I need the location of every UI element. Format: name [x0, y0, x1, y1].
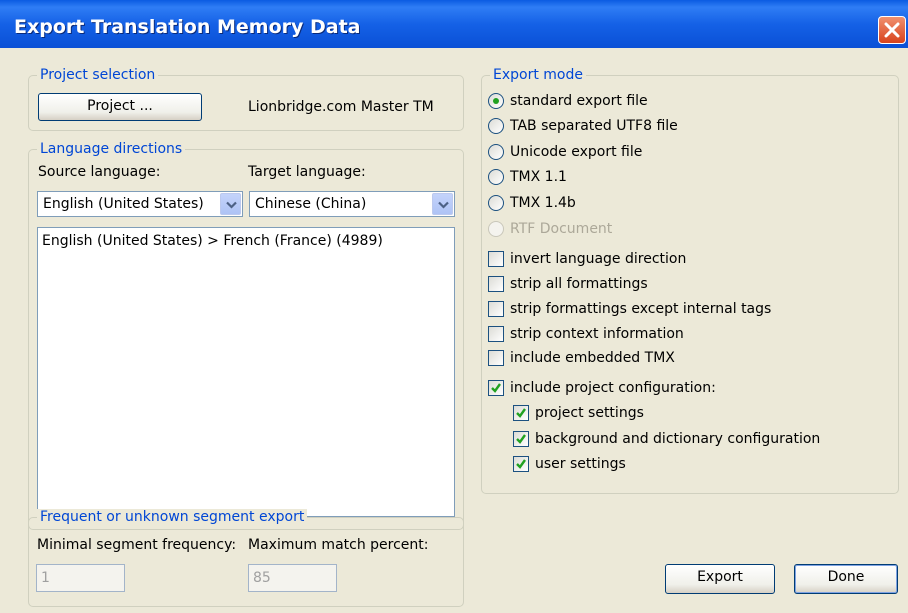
max-match-field[interactable]: 85: [248, 564, 337, 592]
checkbox-label: include project configuration:: [510, 380, 716, 396]
checkbox-label: user settings: [535, 456, 626, 472]
checkbox[interactable]: [513, 431, 529, 447]
radio-button: [488, 221, 504, 237]
chevron-down-icon: [438, 201, 449, 209]
project-button[interactable]: Project ...: [38, 93, 202, 121]
checkbox-label: strip all formattings: [510, 276, 648, 292]
checkbox-label: background and dictionary configuration: [535, 431, 821, 447]
checkmark-icon: [516, 408, 526, 418]
radio-button[interactable]: [488, 118, 504, 134]
checkmark-icon: [516, 434, 526, 444]
checkbox[interactable]: [488, 276, 504, 292]
list-item[interactable]: English (United States) > French (France…: [42, 232, 383, 250]
radio-label: TAB separated UTF8 file: [510, 118, 678, 134]
close-icon: [884, 22, 900, 38]
segment-export-group: Frequent or unknown segment export: [28, 509, 464, 607]
dropdown-button[interactable]: [220, 193, 241, 215]
target-language-select[interactable]: Chinese (China): [249, 191, 455, 217]
group-label: Frequent or unknown segment export: [37, 509, 308, 525]
max-match-value: 85: [253, 570, 271, 586]
radio-selected-dot: [493, 98, 499, 104]
checkbox[interactable]: [488, 350, 504, 366]
checkbox[interactable]: [488, 326, 504, 342]
checkmark-icon: [516, 459, 526, 469]
min-frequency-value: 1: [41, 570, 50, 586]
checkbox[interactable]: [488, 251, 504, 267]
checkbox[interactable]: [488, 380, 504, 396]
source-language-label: Source language:: [38, 164, 161, 180]
radio-label: TMX 1.4b: [510, 195, 576, 211]
dropdown-button[interactable]: [432, 193, 453, 215]
target-language-label: Target language:: [248, 164, 366, 180]
export-tm-dialog: Export Translation Memory Data Project s…: [0, 0, 908, 613]
source-language-value: English (United States): [43, 196, 204, 212]
checkbox-label: invert language direction: [510, 251, 687, 267]
checkbox[interactable]: [488, 301, 504, 317]
source-language-select[interactable]: English (United States): [37, 191, 243, 217]
checkbox-label: strip formattings except internal tags: [510, 301, 772, 317]
close-button[interactable]: [878, 16, 906, 44]
radio-button[interactable]: [488, 93, 504, 109]
done-button[interactable]: Done: [794, 564, 898, 594]
export-button[interactable]: Export: [665, 564, 775, 594]
radio-button[interactable]: [488, 169, 504, 185]
project-name: Lionbridge.com Master TM: [248, 99, 434, 115]
radio-button[interactable]: [488, 144, 504, 160]
chevron-down-icon: [226, 201, 237, 209]
group-label: Export mode: [490, 67, 586, 83]
checkbox-label: strip context information: [510, 326, 684, 342]
checkmark-icon: [491, 383, 501, 393]
radio-label: standard export file: [510, 93, 648, 109]
group-label: Language directions: [37, 141, 186, 157]
radio-button[interactable]: [488, 195, 504, 211]
min-frequency-label: Minimal segment frequency:: [37, 537, 237, 553]
min-frequency-field[interactable]: 1: [36, 564, 125, 592]
group-label: Project selection: [37, 67, 159, 83]
radio-label: Unicode export file: [510, 144, 643, 160]
language-direction-list[interactable]: English (United States) > French (France…: [37, 227, 455, 517]
window-title: Export Translation Memory Data: [14, 16, 361, 38]
checkbox-label: include embedded TMX: [510, 350, 675, 366]
checkbox[interactable]: [513, 405, 529, 421]
checkbox[interactable]: [513, 456, 529, 472]
dialog-body: Project selection Project ... Lionbridge…: [0, 48, 908, 613]
radio-label: TMX 1.1: [510, 169, 567, 185]
checkbox-label: project settings: [535, 405, 644, 421]
target-language-value: Chinese (China): [255, 196, 367, 212]
radio-label: RTF Document: [510, 221, 613, 237]
max-match-label: Maximum match percent:: [248, 537, 429, 553]
